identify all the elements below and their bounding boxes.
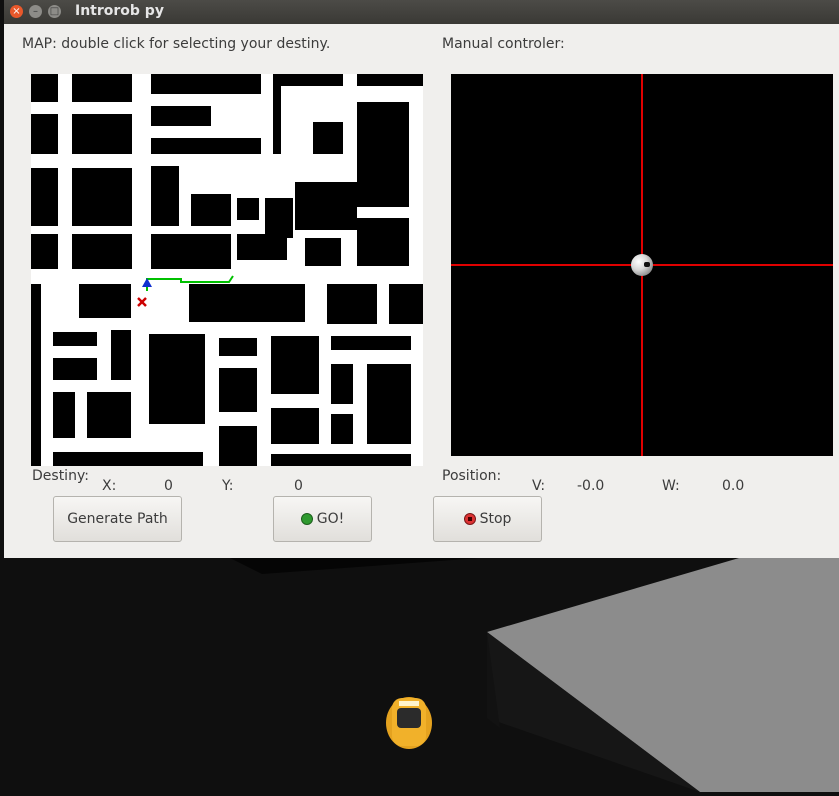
simulation-3d-view [0, 558, 839, 792]
velocity-v-value: -0.0 [577, 478, 605, 494]
position-label: Position: [442, 468, 502, 484]
close-window-button[interactable]: × [10, 5, 23, 18]
controller-label: Manual controler: [442, 36, 565, 52]
destiny-label: Destiny: [32, 468, 89, 484]
maximize-window-button[interactable]: □ [48, 5, 61, 18]
destiny-y-label: Y: [222, 478, 234, 494]
destiny-x-value: 0 [164, 478, 173, 494]
generate-path-button[interactable]: Generate Path [53, 496, 182, 542]
window-title: Introrob py [75, 3, 164, 19]
car-icon [386, 697, 432, 749]
manual-controller-pad[interactable] [451, 74, 833, 456]
app-window: × – □ Introrob py MAP: double click for … [4, 0, 839, 558]
destiny-y-value: 0 [294, 478, 303, 494]
go-button[interactable]: GO! [273, 496, 372, 542]
minimize-window-button[interactable]: – [29, 5, 42, 18]
destiny-x-label: X: [102, 478, 117, 494]
stop-button[interactable]: Stop [433, 496, 542, 542]
stop-icon [463, 513, 476, 525]
controller-joystick-ball[interactable] [631, 254, 653, 276]
stop-label: Stop [479, 511, 512, 527]
velocity-v-label: V: [532, 478, 546, 494]
title-bar: × – □ Introrob py [4, 0, 839, 24]
go-label: GO! [316, 511, 345, 527]
velocity-w-label: W: [662, 478, 680, 494]
velocity-w-value: 0.0 [722, 478, 745, 494]
generate-path-label: Generate Path [67, 511, 168, 527]
go-icon [300, 513, 313, 525]
map-canvas[interactable] [31, 74, 423, 466]
map-label: MAP: double click for selecting your des… [22, 36, 331, 52]
scene-canvas [0, 558, 839, 792]
city-map[interactable] [31, 74, 423, 466]
